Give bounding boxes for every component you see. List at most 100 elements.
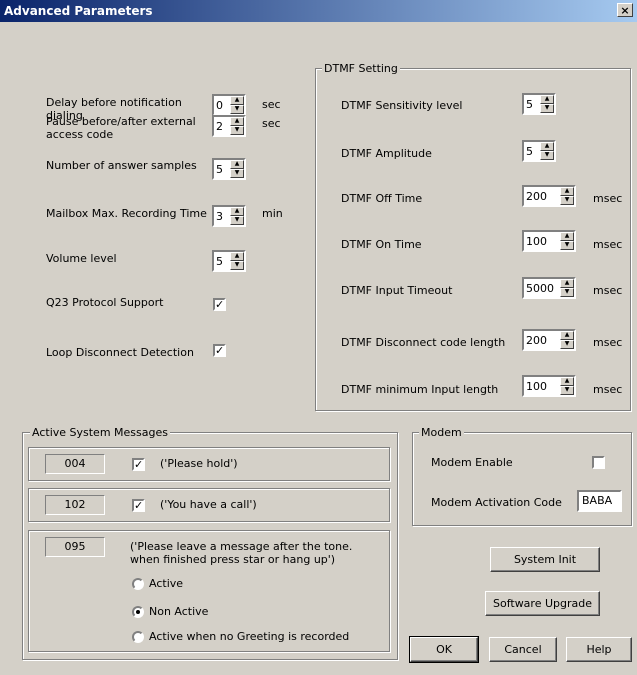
dtmf-off-time-label: DTMF Off Time <box>341 192 423 205</box>
pause-spinner[interactable]: 2 ▲ ▼ <box>212 115 246 137</box>
answer-samples-label: Number of answer samples <box>46 159 197 172</box>
check-icon: ✓ <box>134 458 144 471</box>
volume-spinner[interactable]: 5 ▲ ▼ <box>212 250 246 272</box>
loop-checkbox[interactable]: ✓ <box>213 344 226 357</box>
spin-up-icon[interactable]: ▲ <box>230 207 244 216</box>
dtmf-input-timeout-spinner[interactable]: 5000 ▲ ▼ <box>522 277 576 299</box>
spin-up-icon[interactable]: ▲ <box>230 96 244 105</box>
check-icon: ✓ <box>215 344 225 357</box>
message-text: ('You have a call') <box>160 498 257 511</box>
mailbox-max-spinner[interactable]: 3 ▲ ▼ <box>212 205 246 227</box>
check-icon: ✓ <box>134 499 144 512</box>
window-title: Advanced Parameters <box>4 4 153 18</box>
dtmf-disconnect-label: DTMF Disconnect code length <box>341 336 506 349</box>
ok-button[interactable]: OK <box>409 636 479 663</box>
dtmf-disconnect-unit: msec <box>593 336 623 349</box>
modem-enable-label: Modem Enable <box>431 456 513 469</box>
dtmf-disconnect-value[interactable]: 200 <box>526 334 547 347</box>
spin-down-icon[interactable]: ▼ <box>230 105 244 114</box>
message-code: 004 <box>45 454 105 474</box>
mailbox-max-value[interactable]: 3 <box>216 210 223 223</box>
help-button[interactable]: Help <box>566 637 632 662</box>
radio-active-label[interactable]: Active <box>149 577 183 590</box>
dtmf-legend: DTMF Setting <box>322 62 400 75</box>
pause-unit: sec <box>262 117 281 130</box>
dtmf-amplitude-spinner[interactable]: 5 ▲ ▼ <box>522 140 556 162</box>
q23-checkbox[interactable]: ✓ <box>213 298 226 311</box>
system-init-button[interactable]: System Init <box>490 547 600 572</box>
dtmf-on-time-label: DTMF On Time <box>341 238 422 251</box>
spin-up-icon[interactable]: ▲ <box>560 279 574 288</box>
volume-label: Volume level <box>46 252 117 265</box>
spin-down-icon[interactable]: ▼ <box>230 126 244 135</box>
message-004-checkbox[interactable]: ✓ <box>132 458 145 471</box>
delay-value[interactable]: 0 <box>216 99 223 112</box>
spin-up-icon[interactable]: ▲ <box>230 117 244 126</box>
mailbox-max-unit: min <box>262 207 283 220</box>
message-102-checkbox[interactable]: ✓ <box>132 499 145 512</box>
dtmf-disconnect-spinner[interactable]: 200 ▲ ▼ <box>522 329 576 351</box>
volume-value[interactable]: 5 <box>216 255 223 268</box>
dtmf-input-timeout-value[interactable]: 5000 <box>526 282 554 295</box>
modem-enable-checkbox[interactable] <box>592 456 605 469</box>
spin-up-icon[interactable]: ▲ <box>540 142 554 151</box>
dtmf-amplitude-value[interactable]: 5 <box>526 145 533 158</box>
spin-down-icon[interactable]: ▼ <box>560 196 574 205</box>
dtmf-input-timeout-unit: msec <box>593 284 623 297</box>
radio-active-no-greeting[interactable] <box>132 631 144 643</box>
close-icon[interactable]: × <box>617 3 633 17</box>
spin-down-icon[interactable]: ▼ <box>540 151 554 160</box>
title-bar: Advanced Parameters × <box>0 0 637 22</box>
radio-active[interactable] <box>132 578 144 590</box>
radio-non-active-label[interactable]: Non Active <box>149 605 208 618</box>
spin-down-icon[interactable]: ▼ <box>230 169 244 178</box>
answer-samples-value[interactable]: 5 <box>216 163 223 176</box>
spin-down-icon[interactable]: ▼ <box>560 288 574 297</box>
message-code: 095 <box>45 537 105 557</box>
mailbox-max-label: Mailbox Max. Recording Time <box>46 207 207 220</box>
modem-code-label: Modem Activation Code <box>431 496 562 509</box>
pause-value[interactable]: 2 <box>216 120 223 133</box>
dtmf-on-time-spinner[interactable]: 100 ▲ ▼ <box>522 230 576 252</box>
spin-up-icon[interactable]: ▲ <box>560 187 574 196</box>
modem-code-input[interactable]: BABA <box>577 490 622 512</box>
spin-up-icon[interactable]: ▲ <box>560 377 574 386</box>
spin-down-icon[interactable]: ▼ <box>540 104 554 113</box>
cancel-button[interactable]: Cancel <box>489 637 557 662</box>
dtmf-min-input-label: DTMF minimum Input length <box>341 383 499 396</box>
spin-down-icon[interactable]: ▼ <box>230 216 244 225</box>
q23-label: Q23 Protocol Support <box>46 296 164 309</box>
dtmf-sensitivity-spinner[interactable]: 5 ▲ ▼ <box>522 93 556 115</box>
spin-up-icon[interactable]: ▲ <box>560 331 574 340</box>
loop-label: Loop Disconnect Detection <box>46 346 194 359</box>
dtmf-input-timeout-label: DTMF Input Timeout <box>341 284 453 297</box>
dtmf-amplitude-label: DTMF Amplitude <box>341 147 432 160</box>
pause-label: Pause before/after external access code <box>46 115 196 141</box>
answer-samples-spinner[interactable]: 5 ▲ ▼ <box>212 158 246 180</box>
dtmf-off-time-value[interactable]: 200 <box>526 190 547 203</box>
dtmf-min-input-spinner[interactable]: 100 ▲ ▼ <box>522 375 576 397</box>
dtmf-min-input-unit: msec <box>593 383 623 396</box>
spin-down-icon[interactable]: ▼ <box>230 261 244 270</box>
spin-up-icon[interactable]: ▲ <box>540 95 554 104</box>
radio-active-no-greeting-label[interactable]: Active when no Greeting is recorded <box>149 630 349 643</box>
spin-down-icon[interactable]: ▼ <box>560 386 574 395</box>
dtmf-sensitivity-value[interactable]: 5 <box>526 98 533 111</box>
dtmf-on-time-value[interactable]: 100 <box>526 235 547 248</box>
delay-spinner[interactable]: 0 ▲ ▼ <box>212 94 246 116</box>
dtmf-off-time-unit: msec <box>593 192 623 205</box>
spin-down-icon[interactable]: ▼ <box>560 241 574 250</box>
radio-non-active[interactable] <box>132 606 144 618</box>
spin-down-icon[interactable]: ▼ <box>560 340 574 349</box>
dtmf-on-time-unit: msec <box>593 238 623 251</box>
spin-up-icon[interactable]: ▲ <box>560 232 574 241</box>
check-icon: ✓ <box>215 298 225 311</box>
software-upgrade-button[interactable]: Software Upgrade <box>485 591 600 616</box>
message-text: ('Please leave a message after the tone.… <box>130 540 353 566</box>
messages-legend: Active System Messages <box>30 426 170 439</box>
message-text: ('Please hold') <box>160 457 238 470</box>
spin-up-icon[interactable]: ▲ <box>230 252 244 261</box>
dtmf-min-input-value[interactable]: 100 <box>526 380 547 393</box>
dtmf-off-time-spinner[interactable]: 200 ▲ ▼ <box>522 185 576 207</box>
spin-up-icon[interactable]: ▲ <box>230 160 244 169</box>
